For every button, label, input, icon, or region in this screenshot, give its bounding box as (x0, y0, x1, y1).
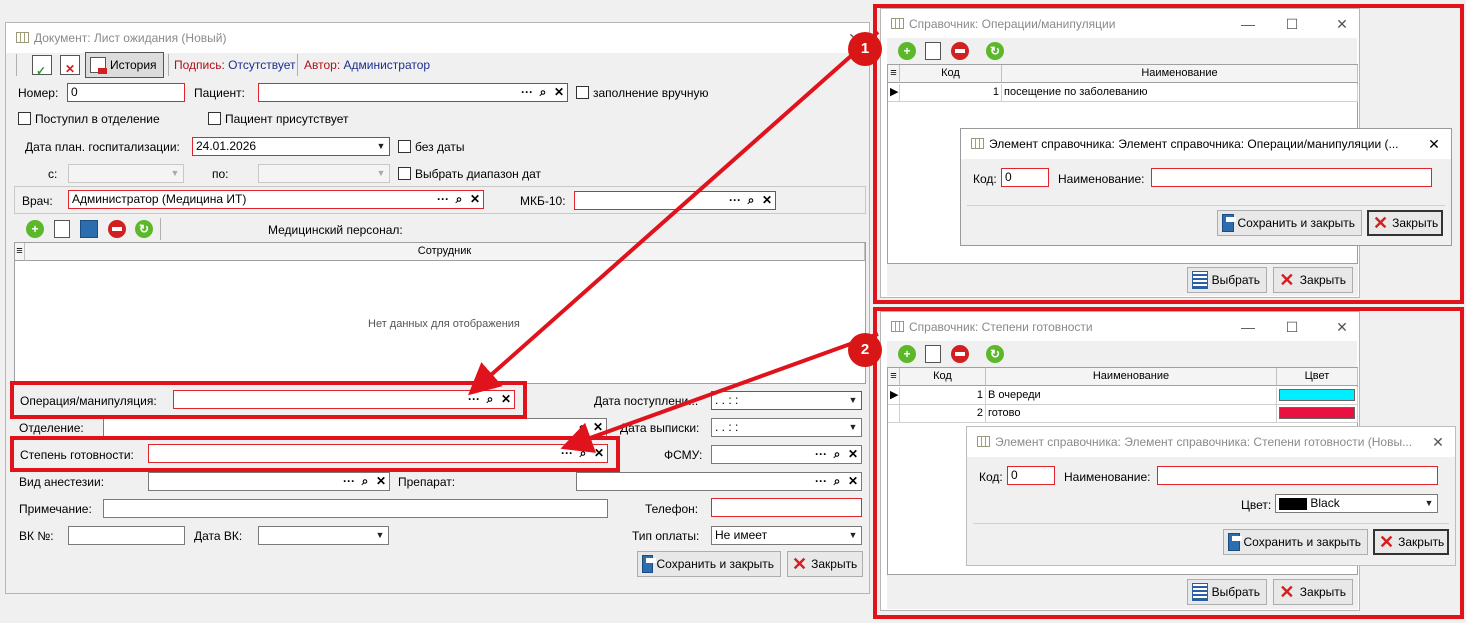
badge-1: 1 (848, 32, 882, 66)
arrow-to-op-field (468, 30, 880, 396)
badge-2: 2 (848, 333, 882, 367)
annotation-arrows (468, 30, 880, 453)
arrow-to-ready-field (560, 332, 879, 453)
